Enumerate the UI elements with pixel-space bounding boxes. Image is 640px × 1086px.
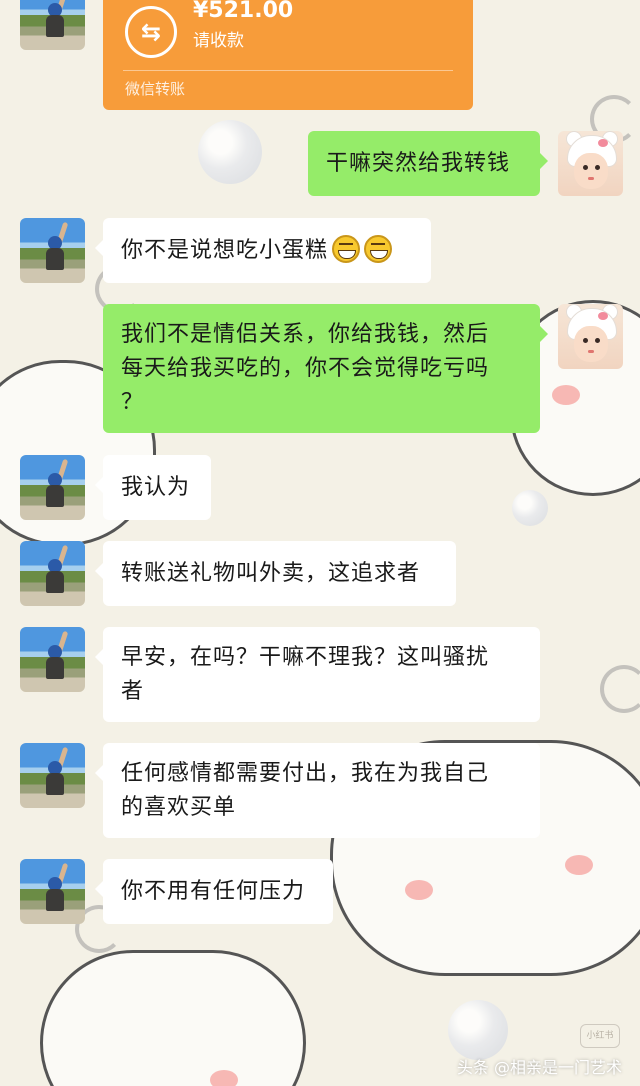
contact-avatar[interactable] [20,859,85,924]
transfer-status: 请收款 [193,31,244,51]
message-row: 我认为 [0,455,640,525]
message-text: 你不是说想吃小蛋糕 [121,238,329,263]
message-text-line: 早安，在吗？干嘛不理我？这叫骚扰 [121,645,490,670]
message-bubble[interactable]: 早安，在吗？干嘛不理我？这叫骚扰 者 [95,627,540,722]
message-bubble[interactable]: 任何感情都需要付出，我在为我自己 的喜欢买单 [95,743,540,838]
user-avatar[interactable] [558,304,623,369]
message-text: 转账送礼物叫外卖，这追求者 [121,561,421,586]
contact-avatar[interactable] [20,541,85,606]
orb-decoration [448,1000,508,1060]
message-row: 你不用有任何压力 [0,859,640,929]
message-row: 转账送礼物叫外卖，这追求者 [0,541,640,611]
message-bubble[interactable]: 我认为 [95,455,211,520]
card-divider [123,70,453,71]
blush-decoration [210,1070,238,1086]
grin-emoji-icon [364,235,393,263]
transfer-arrows-icon: ⇆ [125,6,177,58]
contact-avatar[interactable] [20,627,85,692]
message-text-line: 者 [121,679,145,704]
message-text-line: 我们不是情侣关系，你给我钱，然后 [121,322,490,347]
contact-avatar[interactable] [20,743,85,808]
user-avatar[interactable] [558,131,623,196]
xiaohongshu-badge: 小红书 [580,1024,620,1048]
message-text: 你不用有任何压力 [121,879,306,904]
message-text: 干嘛突然给我转钱 [326,151,511,176]
cloud-decoration [40,950,306,1086]
message-text-line: 任何感情都需要付出，我在为我自己 [121,761,490,786]
transfer-amount: ¥521.00 [193,0,294,23]
message-row: 早安，在吗？干嘛不理我？这叫骚扰 者 [0,627,640,727]
message-bubble[interactable]: 你不用有任何压力 [95,859,333,924]
message-row-transfer: ⇆ ¥521.00 请收款 微信转账 [0,0,640,110]
message-bubble[interactable]: 你不是说想吃小蛋糕 [95,218,431,283]
message-text-line: 每天给我买吃的，你不会觉得吃亏吗 [121,356,490,381]
message-row: 任何感情都需要付出，我在为我自己 的喜欢买单 [0,743,640,843]
message-bubble[interactable]: 干嘛突然给我转钱 [308,131,548,196]
contact-avatar[interactable] [20,0,85,50]
message-text: 我认为 [121,475,191,500]
message-row: 干嘛突然给我转钱 [0,131,640,201]
contact-avatar[interactable] [20,455,85,520]
message-row: 你不是说想吃小蛋糕 [0,218,640,288]
transfer-footer-label: 微信转账 [125,80,186,98]
grin-emoji-icon [332,235,361,263]
message-text-line: ？ [121,390,145,415]
message-text-line: 的喜欢买单 [121,795,237,820]
watermark-text: 头条 @相亲是一门艺术 [456,1058,622,1077]
message-bubble[interactable]: 我们不是情侣关系，你给我钱，然后 每天给我买吃的，你不会觉得吃亏吗 ？ [103,304,548,433]
contact-avatar[interactable] [20,218,85,283]
message-bubble[interactable]: 转账送礼物叫外卖，这追求者 [95,541,456,606]
message-row: 我们不是情侣关系，你给我钱，然后 每天给我买吃的，你不会觉得吃亏吗 ？ [0,304,640,434]
wechat-transfer-card[interactable]: ⇆ ¥521.00 请收款 微信转账 [103,0,473,110]
